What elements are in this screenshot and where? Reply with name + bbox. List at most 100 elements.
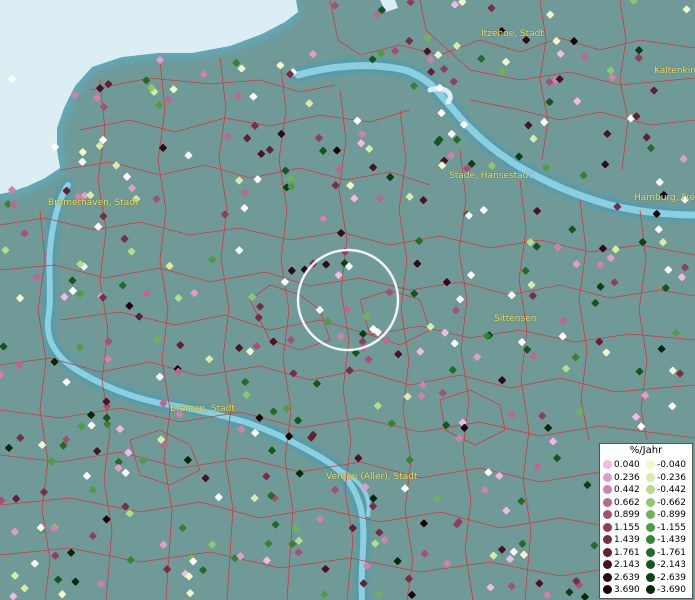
data-point-marker[interactable] (68, 276, 77, 285)
data-point-marker[interactable] (32, 273, 41, 282)
data-point-marker[interactable] (232, 59, 241, 67)
data-point-marker[interactable] (668, 402, 677, 410)
data-point-marker[interactable] (102, 413, 111, 422)
data-point-marker[interactable] (30, 559, 39, 568)
data-point-marker[interactable] (0, 496, 6, 505)
data-point-marker[interactable] (123, 172, 131, 181)
data-point-marker[interactable] (12, 494, 20, 503)
data-point-marker[interactable] (286, 174, 295, 183)
data-point-marker[interactable] (199, 70, 208, 79)
data-point-marker[interactable] (507, 291, 516, 300)
data-point-marker[interactable] (257, 150, 266, 158)
data-point-marker[interactable] (252, 342, 261, 350)
data-point-marker[interactable] (241, 188, 249, 197)
data-point-marker[interactable] (486, 583, 495, 592)
data-point-marker[interactable] (678, 273, 686, 282)
data-point-marker[interactable] (498, 376, 506, 385)
data-point-marker[interactable] (112, 161, 121, 170)
data-point-marker[interactable] (253, 175, 262, 184)
data-point-marker[interactable] (441, 328, 449, 337)
data-point-marker[interactable] (661, 284, 670, 292)
data-point-marker[interactable] (71, 577, 80, 586)
data-point-marker[interactable] (184, 151, 193, 160)
data-point-marker[interactable] (682, 5, 691, 14)
data-point-marker[interactable] (152, 195, 161, 203)
data-point-marker[interactable] (331, 1, 339, 10)
data-point-marker[interactable] (423, 47, 432, 56)
data-point-marker[interactable] (125, 302, 134, 310)
data-point-marker[interactable] (243, 134, 252, 143)
data-point-marker[interactable] (529, 134, 538, 143)
data-point-marker[interactable] (350, 194, 359, 203)
data-point-marker[interactable] (138, 456, 147, 465)
data-point-marker[interactable] (538, 411, 547, 420)
data-point-marker[interactable] (549, 437, 557, 446)
data-point-marker[interactable] (264, 539, 273, 548)
data-point-marker[interactable] (20, 229, 29, 238)
data-point-marker[interactable] (405, 456, 414, 464)
data-point-marker[interactable] (405, 574, 413, 583)
data-point-marker[interactable] (394, 350, 403, 359)
data-point-marker[interactable] (89, 532, 97, 540)
data-point-marker[interactable] (262, 472, 271, 481)
map-canvas[interactable] (0, 0, 695, 600)
data-point-marker[interactable] (78, 157, 87, 166)
data-point-marker[interactable] (440, 65, 448, 73)
data-point-marker[interactable] (434, 51, 443, 59)
data-point-marker[interactable] (632, 413, 640, 421)
data-point-marker[interactable] (126, 556, 135, 564)
data-point-marker[interactable] (529, 291, 537, 300)
data-point-marker[interactable] (659, 238, 667, 247)
data-point-marker[interactable] (365, 144, 374, 153)
data-point-marker[interactable] (104, 337, 113, 346)
map-view[interactable]: Itzehoe, Stadt Kaltenkirchen Bremerhaven… (0, 0, 695, 600)
data-point-marker[interactable] (67, 548, 75, 557)
data-point-marker[interactable] (20, 584, 29, 593)
data-point-marker[interactable] (634, 54, 643, 62)
data-point-marker[interactable] (510, 547, 518, 556)
data-point-marker[interactable] (405, 192, 414, 201)
data-point-marker[interactable] (241, 378, 250, 386)
data-point-marker[interactable] (233, 91, 242, 100)
data-point-marker[interactable] (174, 294, 183, 302)
data-point-marker[interactable] (373, 401, 382, 410)
data-point-marker[interactable] (221, 210, 229, 219)
data-point-marker[interactable] (672, 329, 680, 337)
data-point-marker[interactable] (544, 424, 552, 432)
data-point-marker[interactable] (287, 336, 295, 344)
data-point-marker[interactable] (142, 289, 151, 298)
data-point-marker[interactable] (235, 246, 244, 255)
data-point-marker[interactable] (502, 58, 510, 66)
data-point-marker[interactable] (322, 260, 330, 269)
data-point-marker[interactable] (153, 335, 162, 344)
data-point-marker[interactable] (345, 366, 354, 375)
data-point-marker[interactable] (657, 345, 666, 353)
data-point-marker[interactable] (426, 55, 435, 64)
data-point-marker[interactable] (518, 539, 527, 548)
data-point-marker[interactable] (128, 184, 136, 193)
data-point-marker[interactable] (237, 64, 246, 73)
data-point-marker[interactable] (542, 163, 551, 172)
data-point-marker[interactable] (487, 4, 496, 12)
data-point-marker[interactable] (419, 196, 428, 205)
data-point-marker[interactable] (321, 565, 330, 573)
data-point-marker[interactable] (269, 407, 278, 416)
data-point-marker[interactable] (556, 50, 565, 58)
data-point-marker[interactable] (371, 539, 380, 548)
data-point-marker[interactable] (520, 550, 528, 559)
data-point-marker[interactable] (353, 116, 362, 125)
data-point-marker[interactable] (477, 54, 486, 63)
data-point-marker[interactable] (320, 590, 329, 599)
data-point-marker[interactable] (517, 497, 526, 505)
data-point-marker[interactable] (164, 95, 173, 104)
data-point-marker[interactable] (313, 379, 321, 388)
data-point-marker[interactable] (331, 486, 339, 494)
data-point-marker[interactable] (635, 46, 643, 55)
data-point-marker[interactable] (358, 130, 367, 138)
data-point-marker[interactable] (629, 0, 638, 5)
data-point-marker[interactable] (447, 151, 455, 160)
data-point-marker[interactable] (199, 566, 207, 574)
data-point-marker[interactable] (155, 372, 164, 381)
data-point-marker[interactable] (543, 590, 552, 599)
data-point-marker[interactable] (83, 472, 91, 480)
